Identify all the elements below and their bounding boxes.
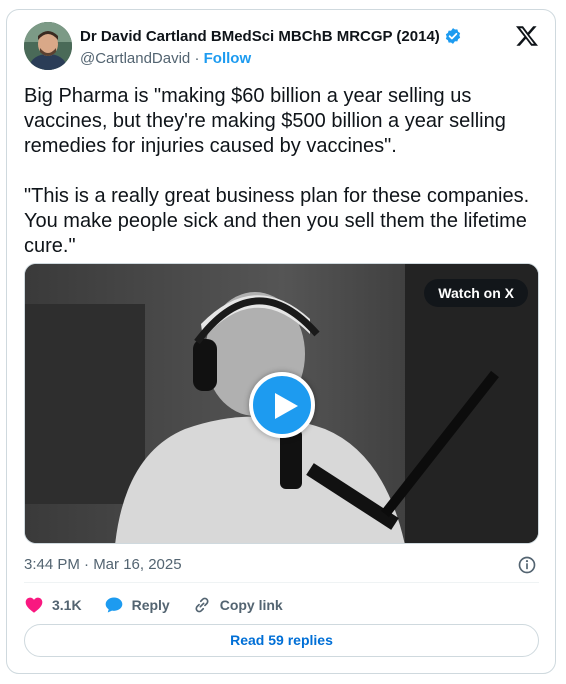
divider <box>24 582 539 583</box>
video-player[interactable]: Watch on X <box>24 263 539 544</box>
like-count: 3.1K <box>52 597 82 613</box>
tweet-card: Dr David Cartland BMedSci MBChB MRCGP (2… <box>6 9 556 674</box>
follow-button[interactable]: Follow <box>204 50 252 67</box>
author-name-row: Dr David Cartland BMedSci MBChB MRCGP (2… <box>80 27 462 45</box>
read-replies-button[interactable]: Read 59 replies <box>24 624 539 657</box>
heart-icon <box>25 597 43 613</box>
tweet-paragraph-1: Big Pharma is "making $60 billion a year… <box>24 85 506 157</box>
tweet-text: Big Pharma is "making $60 billion a year… <box>24 84 539 259</box>
author-handle-row: @CartlandDavid · Follow <box>80 50 251 67</box>
verified-badge-icon <box>445 28 460 44</box>
reply-bubble-icon <box>105 597 122 613</box>
copy-link-label: Copy link <box>219 597 283 613</box>
watch-on-x-button[interactable]: Watch on X <box>424 279 528 307</box>
author-display-name[interactable]: Dr David Cartland BMedSci MBChB MRCGP (2… <box>80 28 440 45</box>
tweet-paragraph-2: "This is a really great business plan fo… <box>24 185 530 257</box>
info-icon[interactable] <box>517 555 537 575</box>
avatar-photo <box>24 22 72 70</box>
like-button[interactable]: 3.1K <box>24 595 82 615</box>
avatar[interactable] <box>24 22 72 70</box>
reply-label: Reply <box>131 597 170 613</box>
reply-button[interactable]: Reply <box>104 595 170 615</box>
play-button[interactable] <box>249 372 315 438</box>
tweet-timestamp[interactable]: 3:44 PM · Mar 16, 2025 <box>24 556 182 573</box>
handle-separator: · <box>190 50 204 67</box>
copy-link-button[interactable]: Copy link <box>192 595 283 615</box>
author-handle[interactable]: @CartlandDavid <box>80 50 190 67</box>
x-logo-icon[interactable] <box>515 24 539 48</box>
link-icon <box>195 597 209 613</box>
play-icon <box>275 393 298 419</box>
action-bar: 3.1K Reply Copy link <box>24 594 305 616</box>
